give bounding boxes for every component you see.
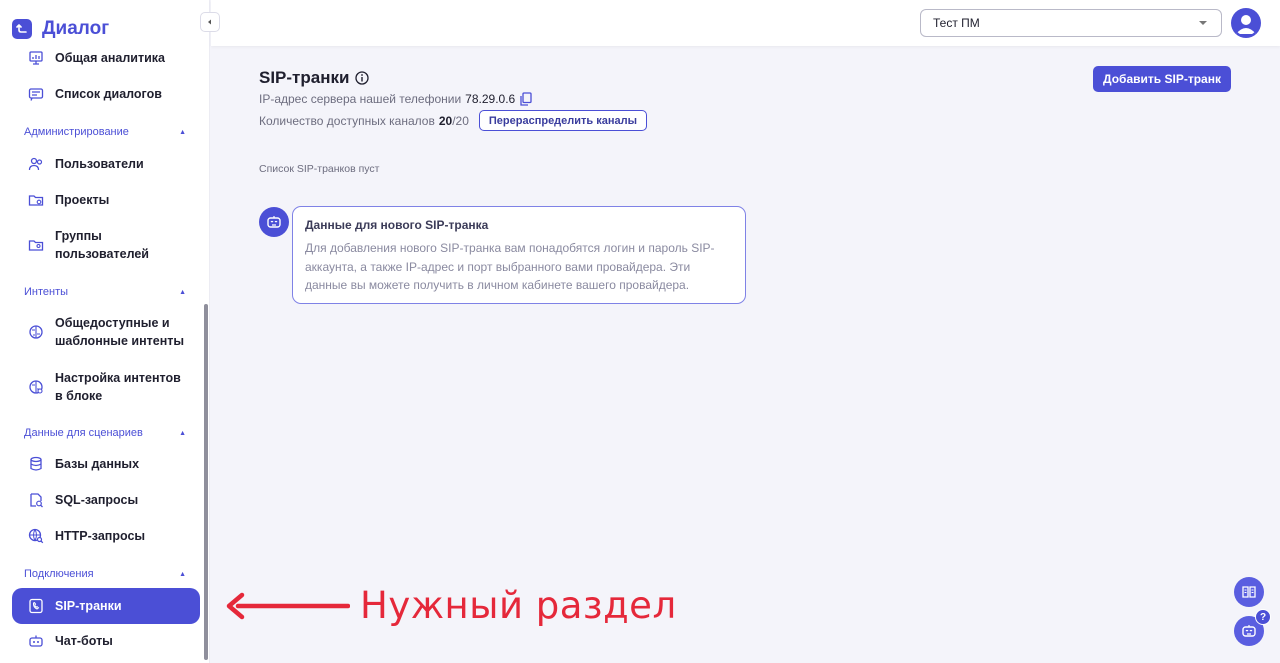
section-administration[interactable]: Администрирование ▲ — [24, 126, 186, 138]
section-label: Подключения — [24, 568, 94, 580]
chatbot-icon — [28, 633, 44, 649]
project-select[interactable]: Тест ПМ — [920, 9, 1222, 37]
app-title: Диалог — [42, 18, 110, 39]
sql-query-icon — [28, 492, 44, 508]
tip-body: Для добавления нового SIP-транка вам пон… — [305, 241, 715, 292]
sidebar-item-label: Пользователи — [55, 157, 144, 171]
caret-up-icon: ▲ — [179, 288, 186, 296]
section-connections[interactable]: Подключения ▲ — [24, 568, 186, 580]
chevron-left-icon — [208, 19, 211, 25]
sidebar-item-sip-trunks[interactable]: SIP-транки — [12, 588, 200, 624]
add-sip-trunk-button[interactable]: Добавить SIP-транк — [1093, 66, 1231, 92]
user-groups-icon — [28, 237, 44, 253]
arrow-left-icon — [226, 592, 350, 619]
empty-list-message: Список SIP-транков пуст — [259, 163, 380, 175]
channels-line: Количество доступных каналов 20/20 Перер… — [259, 110, 648, 131]
sidebar-item-label: SQL-запросы — [55, 493, 139, 507]
channels-total: /20 — [452, 113, 469, 128]
users-icon — [28, 156, 44, 172]
sidebar-item-label: Общедоступные и шаблонные интенты — [55, 316, 185, 348]
book-icon — [1242, 586, 1256, 598]
brain-icon — [28, 324, 44, 340]
sidebar-item-label: Чат-боты — [55, 634, 113, 648]
sidebar-item-chatbots[interactable]: Чат-боты — [12, 632, 200, 650]
channels-label: Количество доступных каналов — [259, 113, 435, 128]
caret-up-icon: ▲ — [179, 429, 186, 437]
sidebar-item-http[interactable]: HTTP-запросы — [12, 527, 200, 545]
analytics-icon — [28, 50, 44, 66]
sidebar-item-dialogs[interactable]: Список диалогов — [12, 85, 200, 103]
caret-up-icon: ▲ — [179, 570, 186, 578]
new-trunk-tip-card: Данные для нового SIP-транка Для добавле… — [292, 206, 746, 304]
redistribute-channels-button[interactable]: Перераспределить каналы — [478, 110, 648, 131]
sidebar-item-label: Базы данных — [55, 457, 140, 471]
http-query-icon — [28, 528, 44, 544]
sidebar-item-public-intents[interactable]: Общедоступные и шаблонные интенты — [12, 314, 200, 350]
chevron-down-icon — [1199, 21, 1207, 25]
sidebar-item-analytics[interactable]: Общая аналитика — [12, 49, 200, 67]
sidebar-item-label: Список диалогов — [55, 87, 162, 101]
sidebar-item-databases[interactable]: Базы данных — [12, 455, 200, 473]
top-header: Тест ПМ — [211, 0, 1280, 46]
sidebar-item-label: Настройка интентов в блоке — [55, 371, 181, 403]
ip-value: 78.29.0.6 — [465, 92, 516, 106]
page-title: SIP-транки — [259, 68, 370, 88]
sidebar-collapse-button[interactable] — [200, 12, 220, 32]
brain-settings-icon — [28, 379, 44, 395]
copy-icon[interactable] — [519, 92, 532, 106]
knowledge-base-button[interactable] — [1234, 577, 1264, 607]
caret-up-icon: ▲ — [179, 128, 186, 136]
robot-icon — [267, 216, 281, 228]
sidebar-item-label: Проекты — [55, 193, 110, 207]
bot-avatar — [259, 207, 289, 237]
sidebar-scrollbar[interactable] — [204, 304, 208, 660]
info-icon[interactable] — [355, 71, 370, 85]
annotation-text: Нужный раздел — [360, 584, 677, 627]
sidebar-item-sql[interactable]: SQL-запросы — [12, 491, 200, 509]
section-label: Данные для сценариев — [24, 427, 143, 439]
sidebar-item-label: Общая аналитика — [55, 51, 165, 65]
sidebar-item-user-groups[interactable]: Группы пользователей — [12, 227, 200, 263]
sidebar-item-users[interactable]: Пользователи — [12, 155, 200, 173]
help-badge[interactable]: ? — [1255, 609, 1271, 625]
sidebar-item-projects[interactable]: Проекты — [12, 191, 200, 209]
app-logo[interactable]: Диалог — [12, 18, 109, 40]
sidebar: Диалог Общая аналитика Список диалогов А… — [0, 0, 210, 663]
sip-trunk-icon — [28, 598, 44, 614]
logo-icon — [12, 19, 32, 39]
dialogs-list-icon — [28, 86, 44, 102]
database-icon — [28, 456, 44, 472]
robot-icon — [1242, 625, 1256, 637]
tip-title: Данные для нового SIP-транка — [305, 218, 489, 232]
channels-available: 20 — [438, 113, 453, 128]
user-icon — [1231, 8, 1261, 38]
projects-icon — [28, 192, 44, 208]
section-scenario-data[interactable]: Данные для сценариев ▲ — [24, 427, 186, 439]
ip-address-line: IP-адрес сервера нашей телефонии 78.29.0… — [259, 92, 532, 106]
sidebar-item-label: HTTP-запросы — [55, 529, 146, 543]
project-select-value: Тест ПМ — [933, 16, 980, 30]
user-avatar[interactable] — [1231, 8, 1261, 38]
ip-label: IP-адрес сервера нашей телефонии — [259, 92, 462, 106]
annotation: Нужный раздел — [226, 584, 677, 627]
sidebar-item-block-intents[interactable]: Настройка интентов в блоке — [12, 369, 200, 405]
section-label: Администрирование — [24, 126, 129, 138]
sidebar-item-label: SIP-транки — [55, 599, 122, 613]
page-title-text: SIP-транки — [259, 68, 350, 87]
sidebar-item-label: Группы пользователей — [55, 229, 149, 261]
section-label: Интенты — [24, 286, 69, 298]
section-intents[interactable]: Интенты ▲ — [24, 286, 186, 298]
